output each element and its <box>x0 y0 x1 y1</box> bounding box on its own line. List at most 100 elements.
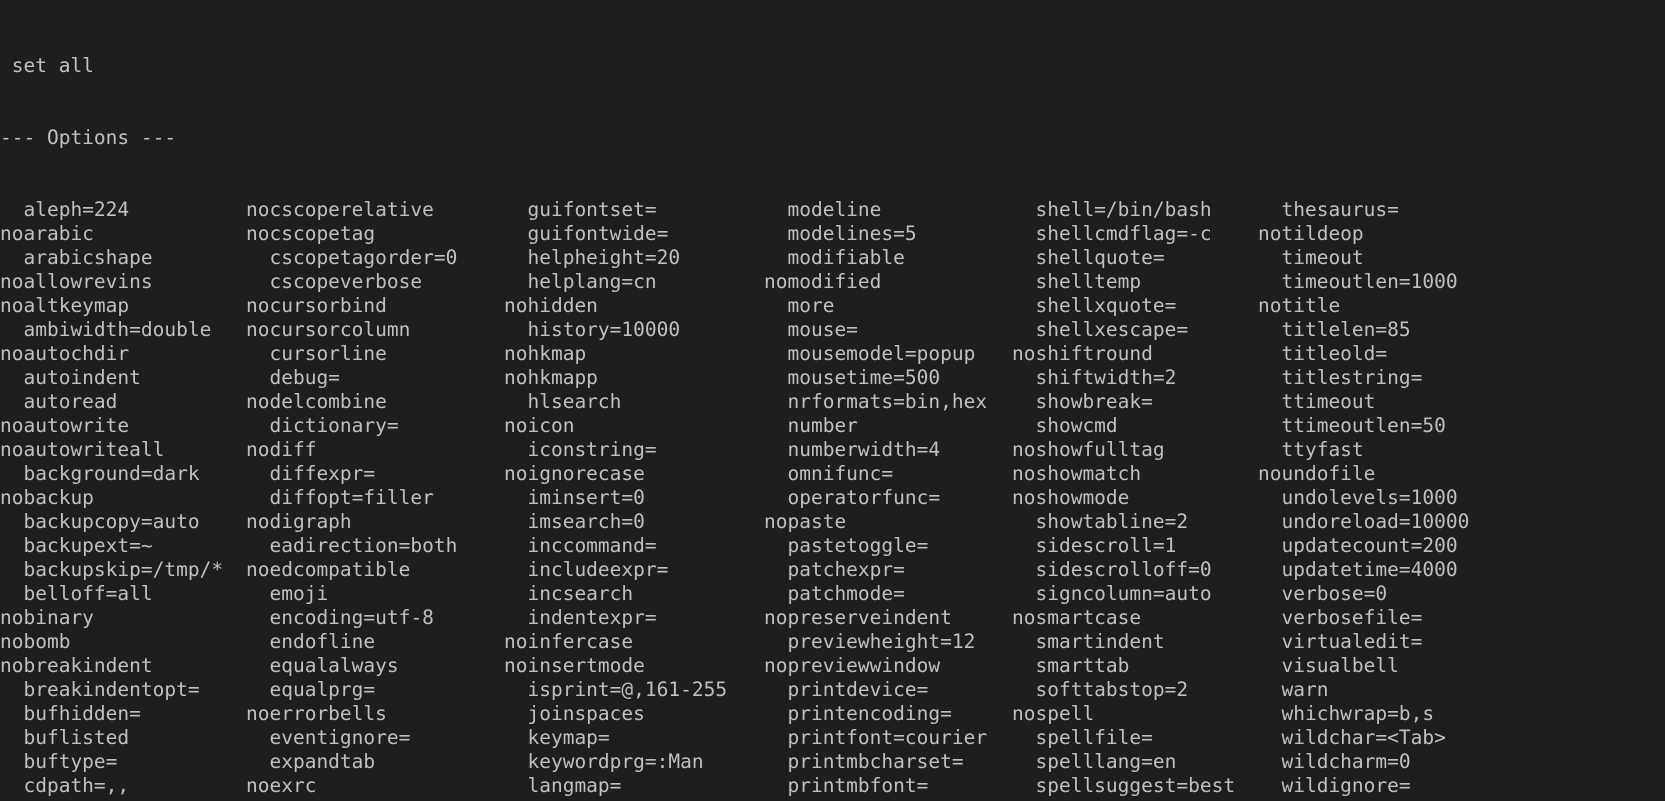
option-entry: noedcompatible <box>246 558 504 582</box>
option-entry: dictionary= <box>246 414 504 438</box>
option-entry: undolevels=1000 <box>1258 486 1528 510</box>
option-entry: printmbcharset= <box>764 750 1012 774</box>
option-entry: printdevice= <box>764 678 1012 702</box>
option-entry: autoindent <box>0 366 246 390</box>
option-entry: cscopetagorder=0 <box>246 246 504 270</box>
option-row: backupskip=/tmp/*noedcompatible includee… <box>0 558 1665 582</box>
option-row: noaltkeymapnocursorbindnohidden more she… <box>0 294 1665 318</box>
option-row: nobackup diffopt=filler iminsert=0 opera… <box>0 486 1665 510</box>
option-entry: titleold= <box>1258 342 1528 366</box>
option-entry: wildignore= <box>1258 774 1528 798</box>
option-entry: iconstring= <box>504 438 764 462</box>
option-entry: noshowfulltag <box>1012 438 1258 462</box>
option-entry: equalprg= <box>246 678 504 702</box>
option-entry: equalalways <box>246 654 504 678</box>
option-entry: noshiftround <box>1012 342 1258 366</box>
option-entry: ttyfast <box>1258 438 1528 462</box>
option-row: arabicshape cscopetagorder=0 helpheight=… <box>0 246 1665 270</box>
option-entry: nohidden <box>504 294 764 318</box>
option-entry: cursorline <box>246 342 504 366</box>
option-entry: wildchar=<Tab> <box>1258 726 1528 750</box>
option-entry: guifontwide= <box>504 222 764 246</box>
option-entry: shellcmdflag=-c <box>1012 222 1258 246</box>
option-entry: backupext=~ <box>0 534 246 558</box>
option-entry: ttimeout <box>1258 390 1528 414</box>
option-entry: noautowrite <box>0 414 246 438</box>
option-entry: breakindentopt= <box>0 678 246 702</box>
option-entry: nobinary <box>0 606 246 630</box>
option-entry: nodigraph <box>246 510 504 534</box>
option-entry: endofline <box>246 630 504 654</box>
option-entry: notildeop <box>1258 222 1528 246</box>
option-entry: nospell <box>1012 702 1258 726</box>
option-row: aleph=224nocscoperelative guifontset= mo… <box>0 198 1665 222</box>
option-entry: belloff=all <box>0 582 246 606</box>
option-row: backupext=~ eadirection=both inccommand=… <box>0 534 1665 558</box>
terminal-screen[interactable]: set all --- Options --- aleph=224nocscop… <box>0 0 1665 801</box>
option-entry: indentexpr= <box>504 606 764 630</box>
option-entry: ttimeoutlen=50 <box>1258 414 1528 438</box>
option-entry: mousemodel=popup <box>764 342 1012 366</box>
option-entry: spelllang=en <box>1012 750 1258 774</box>
option-entry: spellsuggest=best <box>1012 774 1258 798</box>
option-entry: patchmode= <box>764 582 1012 606</box>
option-entry: smartindent <box>1012 630 1258 654</box>
option-entry: noinfercase <box>504 630 764 654</box>
option-entry: pastetoggle= <box>764 534 1012 558</box>
option-entry: buflisted <box>0 726 246 750</box>
option-entry: showcmd <box>1012 414 1258 438</box>
option-entry: noerrorbells <box>246 702 504 726</box>
option-entry: iminsert=0 <box>504 486 764 510</box>
option-entry: previewheight=12 <box>764 630 1012 654</box>
option-entry: verbose=0 <box>1258 582 1528 606</box>
option-entry: keywordprg=:Man <box>504 750 764 774</box>
option-entry: nocursorbind <box>246 294 504 318</box>
option-entry: nobreakindent <box>0 654 246 678</box>
option-entry: expandtab <box>246 750 504 774</box>
option-row: autoindent debug=nohkmapp mousetime=500 … <box>0 366 1665 390</box>
option-entry: noaltkeymap <box>0 294 246 318</box>
option-entry: nohkmap <box>504 342 764 366</box>
option-entry: mouse= <box>764 318 1012 342</box>
option-entry: nocscopetag <box>246 222 504 246</box>
option-entry: more <box>764 294 1012 318</box>
option-entry: aleph=224 <box>0 198 246 222</box>
option-entry: keymap= <box>504 726 764 750</box>
option-entry: noautochdir <box>0 342 246 366</box>
option-entry: mousetime=500 <box>764 366 1012 390</box>
options-heading: --- Options --- <box>0 126 1665 150</box>
command-line: set all <box>0 54 1665 78</box>
option-entry: guifontset= <box>504 198 764 222</box>
option-row: ambiwidth=doublenocursorcolumn history=1… <box>0 318 1665 342</box>
option-entry: verbosefile= <box>1258 606 1528 630</box>
option-row: bufhidden=noerrorbells joinspaces printe… <box>0 702 1665 726</box>
option-entry: thesaurus= <box>1258 198 1528 222</box>
option-entry: shellquote= <box>1012 246 1258 270</box>
option-entry: modelines=5 <box>764 222 1012 246</box>
option-row: belloff=all emoji incsearch patchmode= s… <box>0 582 1665 606</box>
option-entry: helpheight=20 <box>504 246 764 270</box>
option-entry: nobackup <box>0 486 246 510</box>
option-entry: imsearch=0 <box>504 510 764 534</box>
option-entry: patchexpr= <box>764 558 1012 582</box>
option-entry: noshowmode <box>1012 486 1258 510</box>
option-entry: updatecount=200 <box>1258 534 1528 558</box>
option-entry: noarabic <box>0 222 246 246</box>
option-entry: virtualedit= <box>1258 630 1528 654</box>
option-entry: showbreak= <box>1012 390 1258 414</box>
option-entry: hlsearch <box>504 390 764 414</box>
option-entry: incsearch <box>504 582 764 606</box>
option-entry: signcolumn=auto <box>1012 582 1258 606</box>
option-entry: printencoding= <box>764 702 1012 726</box>
option-entry: eventignore= <box>246 726 504 750</box>
option-entry: cdpath=,, <box>0 774 246 798</box>
option-entry: encoding=utf-8 <box>246 606 504 630</box>
option-entry: numberwidth=4 <box>764 438 1012 462</box>
option-entry: wildcharm=0 <box>1258 750 1528 774</box>
option-entry: shiftwidth=2 <box>1012 366 1258 390</box>
options-grid: aleph=224nocscoperelative guifontset= mo… <box>0 198 1665 801</box>
option-entry: sidescroll=1 <box>1012 534 1258 558</box>
option-entry: diffopt=filler <box>246 486 504 510</box>
option-entry: includeexpr= <box>504 558 764 582</box>
option-entry: sidescrolloff=0 <box>1012 558 1258 582</box>
